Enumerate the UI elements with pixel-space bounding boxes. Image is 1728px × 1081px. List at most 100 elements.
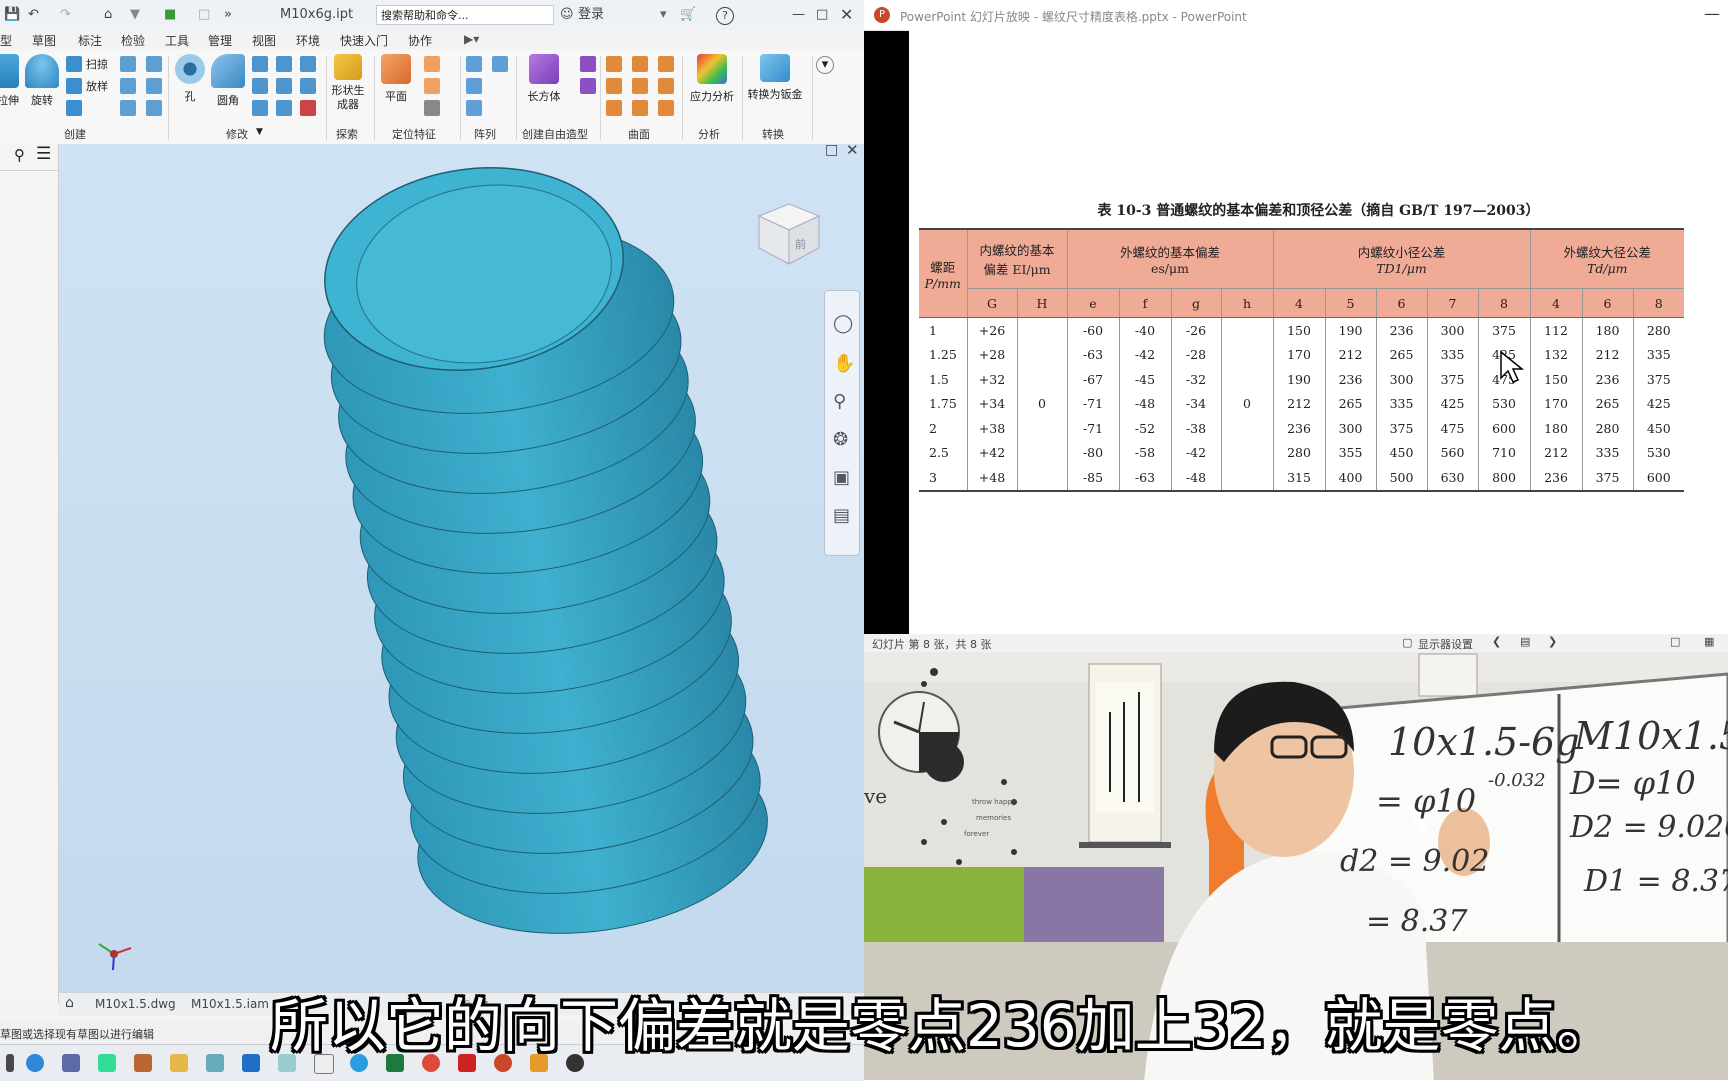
user-icon[interactable]: ☺ [560, 5, 574, 25]
ucs-icon[interactable] [424, 100, 440, 116]
ruled-icon[interactable] [632, 100, 648, 116]
ie-icon[interactable] [26, 1054, 44, 1072]
photos-icon[interactable] [206, 1054, 224, 1072]
shape-generator-button[interactable]: 形状生成器 [326, 54, 370, 112]
home-icon[interactable]: ⌂ [104, 5, 112, 25]
patch-icon[interactable] [632, 56, 648, 72]
repair-icon[interactable] [658, 100, 674, 116]
home-tab-icon[interactable]: ⌂ [65, 995, 74, 1011]
look-at-icon[interactable]: ▣ [833, 467, 850, 488]
view-cube[interactable] [757, 203, 821, 265]
rect-pattern-icon[interactable] [466, 56, 482, 72]
dropdown-icon[interactable]: ▾ [660, 5, 667, 25]
steering-wheel-icon[interactable]: ◯ [833, 313, 853, 334]
minimize-icon[interactable]: — [792, 5, 805, 25]
boundary-icon[interactable] [606, 100, 622, 116]
freeform-convert-icon[interactable] [580, 78, 596, 94]
tab-manage[interactable]: 管理 [208, 32, 232, 49]
emboss-icon[interactable] [146, 78, 162, 94]
orbit-icon[interactable]: ❂ [833, 429, 848, 450]
view-icon[interactable]: ▤ [833, 505, 850, 526]
sketch-pattern-icon[interactable] [466, 100, 482, 116]
chamfer-icon[interactable] [252, 56, 268, 72]
close-icon[interactable]: ✕ [840, 5, 853, 25]
redo-icon[interactable]: ↷ [60, 5, 71, 25]
thread-icon[interactable] [252, 78, 268, 94]
tab-sketch[interactable]: 草图 [32, 32, 56, 49]
calculator-icon[interactable] [62, 1054, 80, 1072]
revolve-button[interactable]: 旋转 [20, 54, 64, 108]
trim-icon[interactable] [606, 78, 622, 94]
decal-icon[interactable] [120, 100, 136, 116]
appearance-icon[interactable]: ■ [164, 5, 176, 25]
circular-pattern-icon[interactable] [466, 78, 482, 94]
search-icon[interactable]: ⚲ [14, 146, 25, 164]
zoom-icon[interactable]: ⚲ [833, 391, 846, 412]
tab-inspect[interactable]: 检验 [121, 32, 145, 49]
doc-tab-iam[interactable]: M10x1.5.iam [191, 997, 269, 1011]
slide-list-icon[interactable]: ▤ [1520, 635, 1530, 648]
display-settings-icon[interactable]: ▢ [1402, 636, 1412, 649]
coil-icon[interactable] [66, 100, 82, 116]
display-settings-button[interactable]: 显示器设置 [1418, 636, 1473, 652]
sweep-button[interactable]: 扫掠 [86, 56, 108, 72]
sweep-icon[interactable] [66, 56, 82, 72]
undo-icon[interactable]: ↶ [28, 5, 39, 25]
search-input[interactable]: 搜索帮助和命令... [376, 5, 554, 25]
outlook-icon[interactable] [242, 1054, 260, 1072]
ppt-minimize-icon[interactable]: — [1704, 4, 1720, 23]
mirror-icon[interactable] [492, 56, 508, 72]
tab-annotate[interactable]: 标注 [78, 32, 102, 49]
direct-icon[interactable] [252, 100, 268, 116]
3d-viewport[interactable]: 前 □ ✕ [59, 141, 864, 992]
shell-icon[interactable] [276, 56, 292, 72]
save-icon[interactable]: 💾 [4, 5, 20, 25]
loft-icon[interactable] [66, 78, 82, 94]
login-button[interactable]: 登录 [578, 5, 604, 25]
doc-tab-dwg[interactable]: M10x1.5.dwg [95, 997, 176, 1011]
thicken-icon[interactable] [276, 100, 292, 116]
fillet-small-icon[interactable] [120, 56, 136, 72]
restore-icon[interactable]: □ [825, 142, 838, 158]
loft-button[interactable]: 放样 [86, 78, 108, 94]
plane-button[interactable]: 平面 [374, 54, 418, 104]
axis-icon[interactable] [424, 56, 440, 72]
ribbon-options-icon[interactable]: ▶▾ [464, 32, 479, 46]
tab-collaborate[interactable]: 协作 [408, 32, 432, 49]
tab-environments[interactable]: 环境 [296, 32, 320, 49]
update-icon[interactable]: □ [198, 5, 210, 25]
delete-face-icon[interactable] [300, 100, 316, 116]
stress-analysis-button[interactable]: 应力分析 [684, 54, 740, 104]
pan-icon[interactable]: ✋ [833, 353, 855, 374]
box-button[interactable]: 长方体 [522, 54, 566, 104]
explorer-icon[interactable] [170, 1054, 188, 1072]
paint-icon[interactable] [134, 1054, 152, 1072]
cart-icon[interactable]: 🛒 [680, 5, 696, 25]
stitch-icon[interactable] [606, 56, 622, 72]
maximize-icon[interactable]: □ [816, 5, 828, 25]
import-icon[interactable] [146, 100, 162, 116]
freeform-edit-icon[interactable] [580, 56, 596, 72]
modify-expand-icon[interactable]: ▼ [256, 127, 263, 137]
sculpt-icon[interactable] [658, 56, 674, 72]
next-slide-icon[interactable]: ❯ [1548, 635, 1557, 648]
fillet-button[interactable]: 圆角 [206, 54, 250, 108]
combine-icon[interactable] [300, 78, 316, 94]
convert-sheet-metal-button[interactable]: 转换为钣金 [742, 54, 808, 102]
viewport-close-icon[interactable]: ✕ [846, 141, 859, 159]
start-icon[interactable] [6, 1054, 14, 1072]
sorter-view-icon[interactable]: ▦ [1704, 635, 1714, 648]
tab-view[interactable]: 视图 [252, 32, 276, 49]
prev-slide-icon[interactable]: ❮ [1492, 635, 1501, 648]
extend-icon[interactable] [658, 78, 674, 94]
draft-icon[interactable] [300, 56, 316, 72]
more-icon[interactable]: » [224, 5, 232, 25]
tab-model[interactable]: 型 [0, 32, 12, 49]
derive-icon[interactable] [146, 56, 162, 72]
tab-get-started[interactable]: 快速入门 [340, 32, 388, 49]
ribbon-more-icon[interactable]: ▾ [816, 56, 834, 74]
rib-icon[interactable] [120, 78, 136, 94]
material-icon[interactable]: ▼ [130, 5, 140, 25]
delete-icon[interactable] [632, 78, 648, 94]
point-icon[interactable] [424, 78, 440, 94]
